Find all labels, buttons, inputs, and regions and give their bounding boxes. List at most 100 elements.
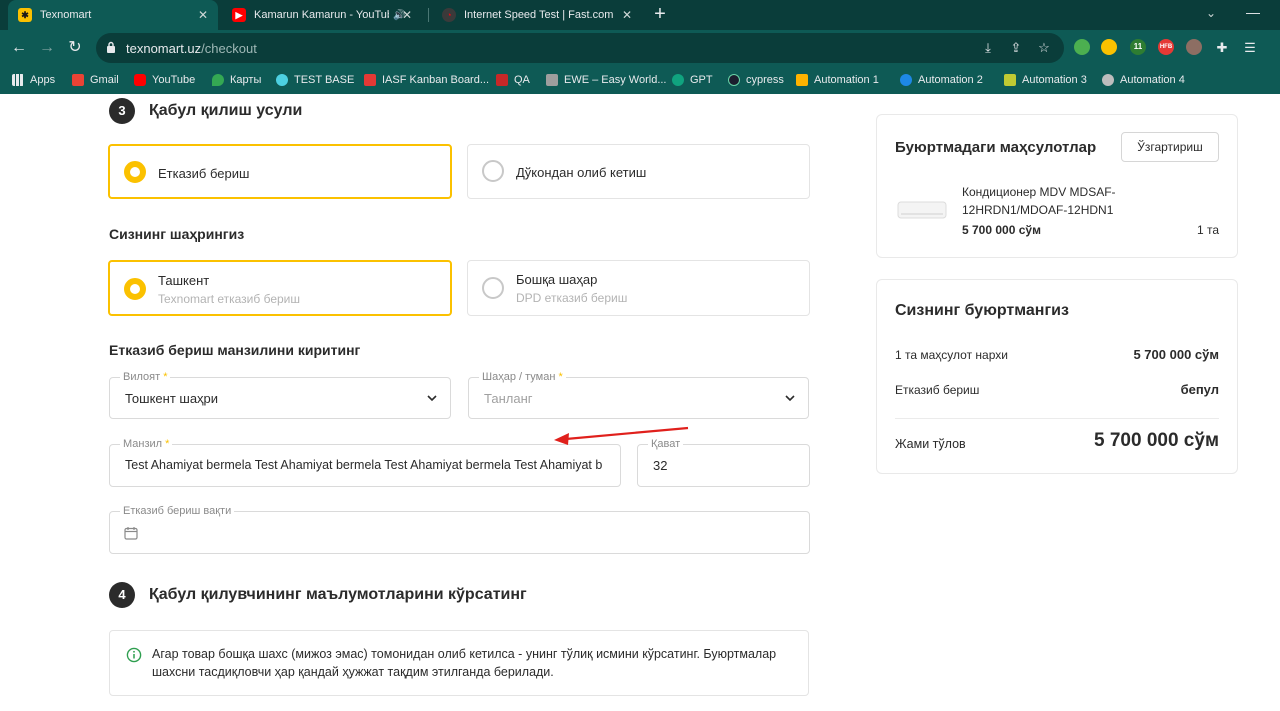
apps-grid-icon [12, 74, 24, 86]
delivery-label: Етказиб бериш [895, 383, 980, 397]
region-label-text: Вилоят [123, 371, 161, 383]
option-label: Етказиб бериш [158, 166, 250, 181]
district-select[interactable]: Шаҳар / туман * Танланг [468, 370, 809, 419]
bookmark-automation-3[interactable]: Automation 3 [1004, 73, 1087, 87]
floor-value: 32 [653, 458, 668, 473]
floor-input[interactable]: Қават 32 [637, 437, 810, 487]
browser-tab-fast[interactable]: ◔ Internet Speed Test | Fast.com ✕ [432, 0, 642, 30]
address-input[interactable]: Манзил * Test Ahamiyat bermela Test Aham… [109, 437, 621, 487]
browser-tab-texnomart[interactable]: ✱ Texnomart ✕ [8, 0, 218, 30]
step-4-header: 4 Қабул қилувчининг маълумотларини кўрса… [109, 582, 527, 608]
order-summary-card: Сизнинг буюртмангиз 1 та маҳсулот нархи … [876, 279, 1238, 474]
url-text: texnomart.uz/checkout [126, 41, 257, 56]
required-mark: * [558, 371, 563, 383]
reload-icon[interactable]: ↻ [64, 37, 86, 59]
tab-title: Internet Speed Test | Fast.com [464, 9, 614, 21]
kanban-icon [364, 74, 376, 86]
extension-4-icon[interactable]: HFB [1158, 39, 1174, 55]
reading-list-icon[interactable]: ☰ [1242, 40, 1258, 56]
region-select[interactable]: Вилоят * Тошкент шаҳри [109, 370, 451, 419]
tab-search-chevron-icon[interactable]: ⌄ [1206, 6, 1216, 20]
bookmarks-bar: Apps Gmail YouTube Карты TEST BASE IASF … [0, 66, 1280, 94]
bookmark-automation-2[interactable]: Automation 2 [900, 73, 983, 87]
tab-separator [428, 8, 429, 22]
gpt-icon [672, 74, 684, 86]
extensions-puzzle-icon[interactable]: ✚ [1214, 40, 1230, 56]
address-label-text: Манзил [123, 438, 163, 450]
product-name[interactable]: Кондиционер MDV MDSAF-12HRDN1/MDOAF-12HD… [962, 183, 1162, 219]
calendar-icon[interactable] [124, 526, 138, 540]
step-number: 4 [109, 582, 135, 608]
info-text: Агар товар бошқа шахс (мижоз эмас) томон… [152, 647, 777, 679]
lock-icon[interactable] [106, 41, 116, 53]
info-icon [126, 647, 142, 663]
automation-2-icon [900, 74, 912, 86]
bookmark-label: Automation 3 [1022, 74, 1087, 86]
step-title: Қабул қилиш усули [149, 102, 303, 119]
order-products-card: Буюртмадаги маҳсулотлар Ўзгартириш Конди… [876, 114, 1238, 258]
bookmark-youtube[interactable]: YouTube [134, 73, 195, 87]
bookmark-label: Apps [30, 74, 56, 86]
radio-selected-icon[interactable] [124, 161, 146, 183]
bookmark-label: QA [514, 74, 530, 86]
bookmark-maps[interactable]: Карты [212, 73, 261, 87]
bookmark-automation-1[interactable]: Automation 1 [796, 73, 879, 87]
region-label: Вилоят * [120, 370, 171, 384]
extension-5-icon[interactable] [1186, 39, 1202, 55]
bookmark-gmail[interactable]: Gmail [72, 73, 119, 87]
bookmark-qa[interactable]: QA [496, 73, 530, 87]
qa-icon [496, 74, 508, 86]
delivery-option[interactable]: Етказиб бериш [108, 144, 452, 199]
bookmark-iasf-kanban[interactable]: IASF Kanban Board... [364, 73, 489, 87]
district-placeholder: Танланг [484, 391, 533, 406]
bookmark-cypress[interactable]: cypress [728, 73, 784, 87]
extension-3-icon[interactable]: 11 [1130, 39, 1146, 55]
close-tab-icon[interactable]: ✕ [196, 8, 210, 22]
pickup-option[interactable]: Дўкондан олиб кетиш [467, 144, 810, 199]
bookmark-star-icon[interactable]: ☆ [1036, 40, 1052, 56]
bookmark-gpt[interactable]: GPT [672, 73, 713, 87]
bookmark-ewe[interactable]: EWE – Easy World... [546, 73, 667, 87]
address-label: Манзил * [120, 437, 173, 451]
delivery-time-input[interactable]: Етказиб бериш вақти [109, 504, 810, 554]
air-conditioner-product-image[interactable] [897, 200, 947, 220]
bookmark-label: TEST BASE [294, 74, 355, 86]
radio-selected-icon[interactable] [124, 278, 146, 300]
bookmark-apps[interactable]: Apps [12, 73, 55, 87]
bookmark-automation-4[interactable]: Automation 4 [1102, 73, 1185, 87]
extension-1-icon[interactable] [1074, 39, 1090, 55]
browser-tab-youtube[interactable]: ▶ Kamarun Kamarun - YouTube 🔊 ✕ [222, 0, 422, 30]
chevron-down-icon[interactable] [426, 392, 438, 404]
new-tab-button[interactable]: + [650, 4, 670, 26]
close-tab-icon[interactable]: ✕ [400, 8, 414, 22]
browser-toolbar: ← → ↻ texnomart.uz/checkout ⤓ ⇪ ☆ 11 HFB… [0, 30, 1280, 66]
chevron-down-icon[interactable] [784, 392, 796, 404]
close-tab-icon[interactable]: ✕ [620, 8, 634, 22]
back-arrow-icon[interactable]: ← [8, 37, 30, 59]
step-number: 3 [109, 98, 135, 124]
radio-unselected-icon[interactable] [482, 160, 504, 182]
maps-pin-icon [212, 74, 224, 86]
bookmark-test-base[interactable]: TEST BASE [276, 73, 354, 87]
extension-2-icon[interactable] [1101, 39, 1117, 55]
address-bar[interactable]: texnomart.uz/checkout ⤓ ⇪ ☆ [96, 33, 1064, 63]
bookmark-label: Automation 2 [918, 74, 983, 86]
address-section-title: Етказиб бериш манзилини киритинг [109, 342, 361, 358]
city-tashkent-option[interactable]: Ташкент Texnomart етказиб бериш [108, 260, 452, 316]
product-price: 5 700 000 сўм [962, 223, 1041, 237]
radio-unselected-icon[interactable] [482, 277, 504, 299]
change-order-button[interactable]: Ўзгартириш [1121, 132, 1219, 162]
minimize-icon[interactable]: — [1246, 4, 1260, 20]
region-value: Тошкент шаҳри [125, 391, 219, 406]
forward-arrow-icon[interactable]: → [36, 37, 58, 59]
install-app-icon[interactable]: ⤓ [980, 40, 996, 56]
bookmark-label: Automation 1 [814, 74, 879, 86]
products-card-title: Буюртмадаги маҳсулотлар [895, 139, 1097, 156]
city-other-option[interactable]: Бошқа шаҳар DPD етказиб бериш [467, 260, 810, 316]
step-3-header: 3 Қабул қилиш усули [109, 98, 302, 124]
automation-1-icon [796, 74, 808, 86]
items-price-label: 1 та маҳсулот нархи [895, 348, 1008, 362]
tab-title: Kamarun Kamarun - YouTube [254, 9, 389, 21]
share-icon[interactable]: ⇪ [1008, 40, 1024, 56]
automation-3-icon [1004, 74, 1016, 86]
